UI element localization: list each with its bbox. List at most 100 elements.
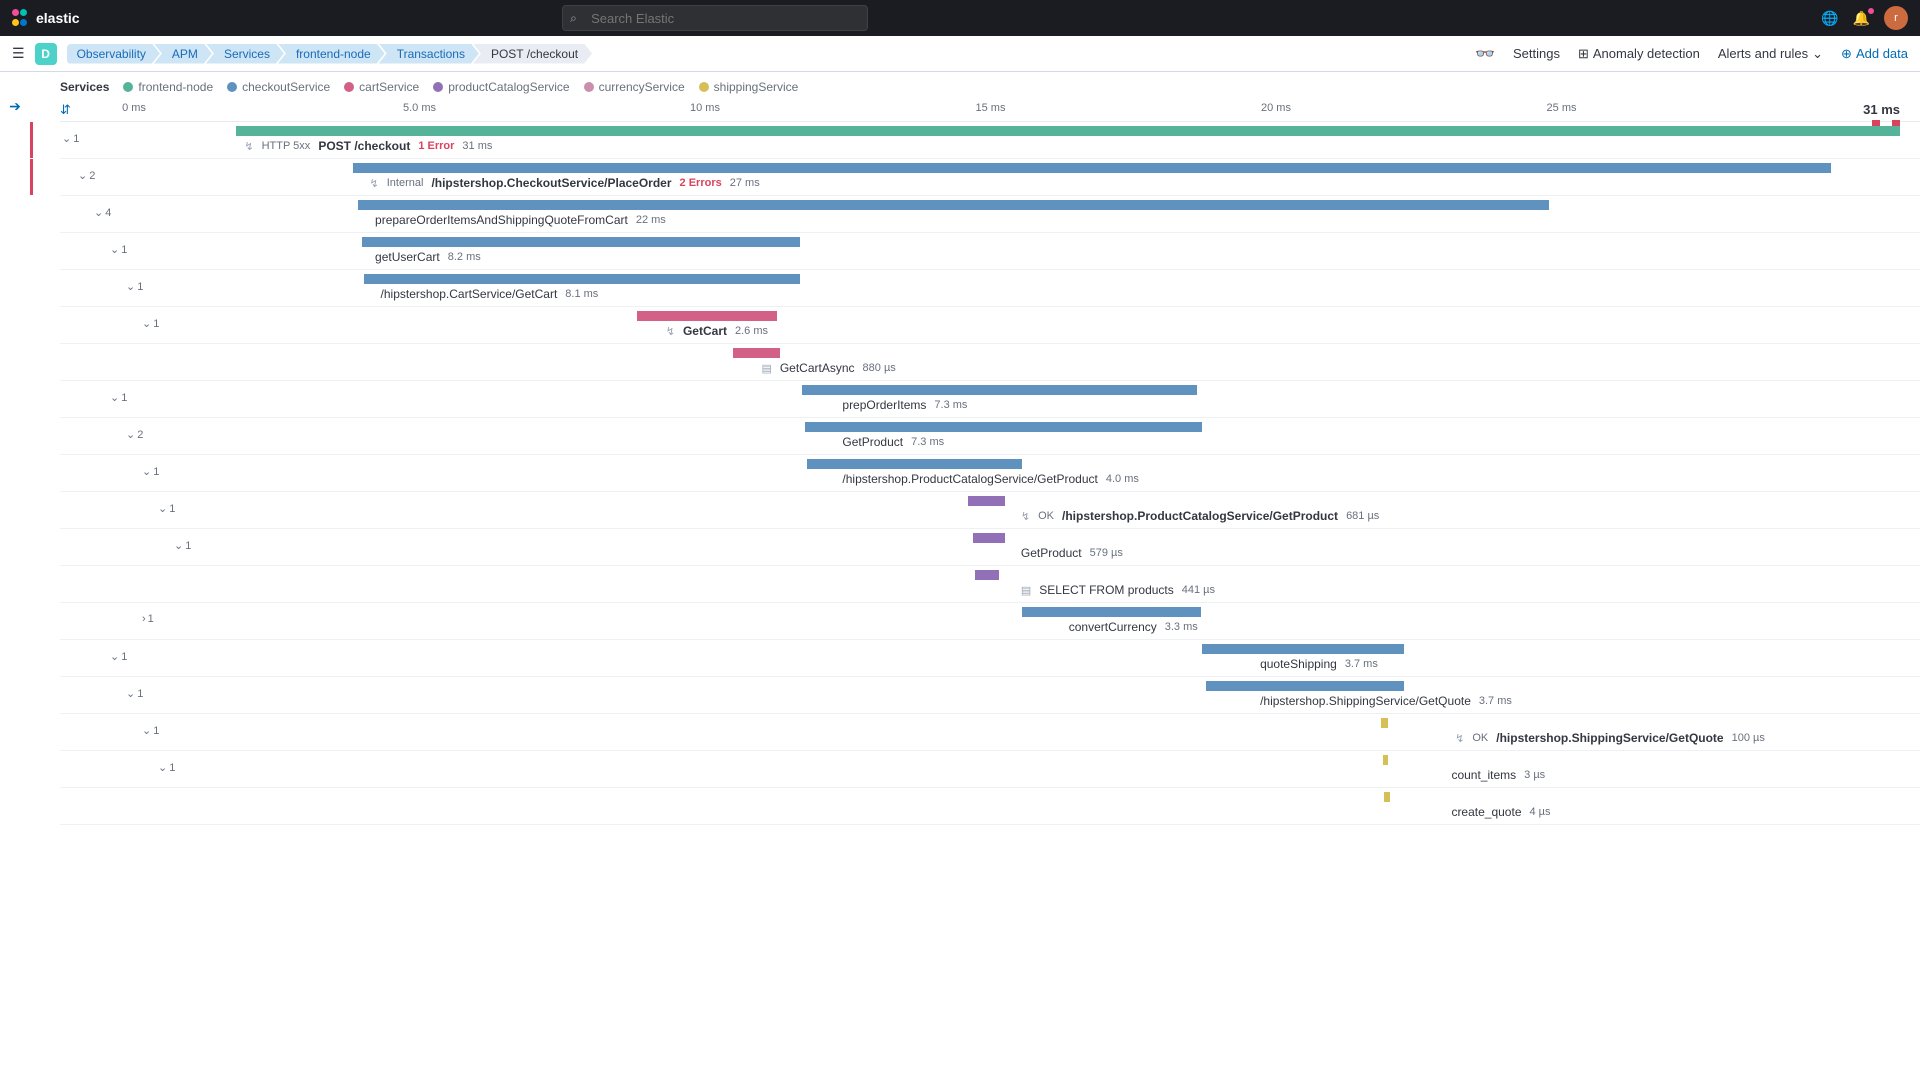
breadcrumb-item[interactable]: Services [206,44,284,64]
legend-item[interactable]: currencyService [584,80,685,94]
span-row[interactable]: ⌄ 1quoteShipping3.7 ms [60,640,1920,677]
user-avatar[interactable]: r [1884,6,1908,30]
error-badge: 2 Errors [680,177,722,189]
legend-item[interactable]: checkoutService [227,80,330,94]
network-icon: ↯ [1021,510,1030,523]
breadcrumb-item[interactable]: frontend-node [278,44,385,64]
span-bar[interactable] [975,570,1000,580]
span-row[interactable]: ⌄ 1↯HTTP 5xxPOST /checkout1 Error31 ms [60,122,1920,159]
globe-icon[interactable]: 🌐 [1821,10,1838,27]
span-duration: 7.3 ms [934,399,967,411]
span-duration: 3.3 ms [1165,621,1198,633]
span-row[interactable]: ⌄ 1/hipstershop.ShippingService/GetQuote… [60,677,1920,714]
span-bar[interactable] [353,163,1831,173]
span-duration: 31 ms [462,140,492,152]
span-bar[interactable] [364,274,800,284]
axis-expand-icon[interactable]: ⇵ [60,102,71,118]
span-bar[interactable] [973,533,1005,543]
network-icon: ↯ [1455,732,1464,745]
span-name: GetCart [683,324,727,338]
chevron-down-icon[interactable]: ⌄ 1 [110,650,127,663]
span-bar[interactable] [733,348,781,358]
span-row[interactable]: ⌄ 1/hipstershop.ProductCatalogService/Ge… [60,455,1920,492]
inspect-icon[interactable]: 👓 [1475,44,1495,64]
span-row[interactable]: ⌄ 1count_items3 µs [60,751,1920,788]
breadcrumb-item[interactable]: Observability [67,44,160,64]
span-row[interactable]: ▤GetCartAsync880 µs [60,344,1920,381]
anomaly-link[interactable]: ⊞Anomaly detection [1578,46,1700,62]
span-row[interactable]: ⌄ 1↯OK/hipstershop.ShippingService/GetQu… [60,714,1920,751]
chevron-down-icon[interactable]: ⌄ 1 [110,391,127,404]
add-data-link[interactable]: ⊕ Add data [1841,46,1908,62]
span-row[interactable]: ⌄ 1 prepOrderItems 7.3 ms [60,381,1920,418]
span-bar[interactable] [236,126,1900,136]
legend-item[interactable]: productCatalogService [433,80,569,94]
breadcrumb-item[interactable]: APM [154,44,212,64]
database-icon: ▤ [1021,584,1031,597]
legend-item[interactable]: cartService [344,80,419,94]
space-badge[interactable]: D [35,43,57,65]
search-input[interactable] [562,5,868,31]
span-bar[interactable] [1381,718,1388,728]
span-name: POST /checkout [318,139,410,153]
span-prefix: Internal [387,177,424,189]
span-bar[interactable] [1022,607,1200,617]
collapse-rail[interactable]: ➔ [0,72,30,115]
span-row[interactable]: ⌄ 1/hipstershop.CartService/GetCart8.1 m… [60,270,1920,307]
span-row[interactable]: › 1convertCurrency3.3 ms [60,603,1920,640]
services-legend: Services frontend-nodecheckoutServicecar… [60,72,1920,102]
legend-item[interactable]: frontend-node [123,80,213,94]
notifications-icon[interactable]: 🔔 [1853,10,1870,27]
span-row[interactable]: create_quote4 µs [60,788,1920,825]
span-duration: 27 ms [730,177,760,189]
span-row[interactable]: ⌄ 1GetProduct579 µs [60,529,1920,566]
span-name: convertCurrency [1069,620,1157,634]
chevron-down-icon[interactable]: ⌄ 1 [62,132,79,145]
span-name: prepOrderItems [842,398,926,412]
span-bar[interactable] [358,200,1548,210]
axis-tick: 0 ms [122,102,146,114]
chevron-down-icon[interactable]: ⌄ 4 [94,206,111,219]
settings-link[interactable]: Settings [1513,46,1560,61]
span-bar[interactable] [805,422,1202,432]
span-row[interactable]: ⌄ 1getUserCart8.2 ms [60,233,1920,270]
elastic-logo[interactable]: elastic [12,9,80,27]
network-icon: ↯ [666,325,675,338]
span-row[interactable]: ⌄ 2GetProduct7.3 ms [60,418,1920,455]
span-name: /hipstershop.CheckoutService/PlaceOrder [431,176,671,190]
breadcrumb-item[interactable]: Transactions [379,44,479,64]
span-duration: 4 µs [1530,806,1551,818]
span-bar[interactable] [362,237,800,247]
axis-tick: 20 ms [1261,102,1291,114]
span-bar[interactable] [1383,755,1388,765]
span-bar[interactable] [1206,681,1404,691]
span-name: SELECT FROM products [1039,583,1173,597]
span-duration: 100 µs [1732,732,1765,744]
span-duration: 8.1 ms [565,288,598,300]
span-row[interactable]: ⌄ 4prepareOrderItemsAndShippingQuoteFrom… [60,196,1920,233]
span-duration: 4.0 ms [1106,473,1139,485]
span-bar[interactable] [1384,792,1389,802]
database-icon: ▤ [761,362,771,375]
alerts-dropdown[interactable]: Alerts and rules ⌄ [1718,46,1823,62]
legend-item[interactable]: shippingService [699,80,799,94]
trace-panel: Services frontend-nodecheckoutServicecar… [30,72,1920,825]
span-row[interactable]: ⌄ 2↯Internal/hipstershop.CheckoutService… [60,159,1920,196]
span-duration: 3.7 ms [1479,695,1512,707]
breadcrumb-item: POST /checkout [473,44,592,64]
span-bar[interactable] [637,311,777,321]
axis-tick: 25 ms [1547,102,1577,114]
span-row[interactable]: ⌄ 1↯GetCart2.6 ms [60,307,1920,344]
hamburger-icon[interactable]: ☰ [12,45,25,62]
span-bar[interactable] [1202,644,1403,654]
axis-tick: 5.0 ms [403,102,436,114]
span-bar[interactable] [807,459,1022,469]
span-row[interactable]: ⌄ 1↯OK/hipstershop.ProductCatalogService… [60,492,1920,529]
chevron-down-icon[interactable]: ⌄ 2 [78,169,95,182]
chevron-down-icon[interactable]: ⌄ 1 [110,243,127,256]
plus-in-box-icon: ⊕ [1841,46,1852,62]
span-row[interactable]: ▤SELECT FROM products441 µs [60,566,1920,603]
span-bar[interactable] [968,496,1005,506]
topbar-actions: 🌐 🔔 r [1821,6,1908,30]
span-bar[interactable] [802,385,1198,395]
